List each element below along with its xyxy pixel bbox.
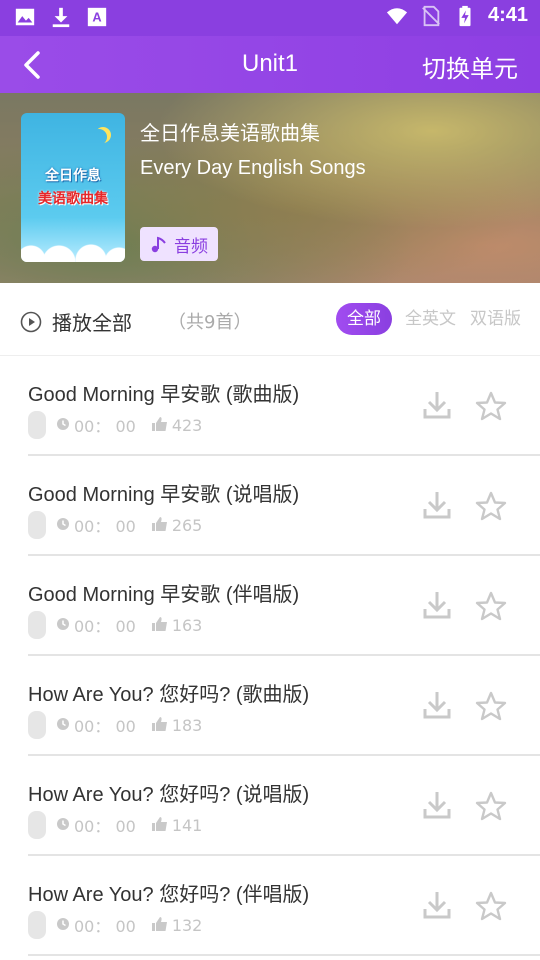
album-title-en: Every Day English Songs — [140, 157, 366, 179]
playing-indicator — [28, 611, 46, 639]
clock-icon — [56, 916, 70, 935]
song-row[interactable]: Good Morning 早安歌 (说唱版) 00： 00 265 — [0, 456, 540, 556]
favorite-star-icon[interactable] — [475, 690, 507, 722]
thumbs-up-icon — [151, 916, 168, 935]
filter-all[interactable]: 全部 — [336, 303, 392, 335]
song-row[interactable]: Good Morning 早安歌 (伴唱版) 00： 00 163 — [0, 556, 540, 656]
clock-icon — [56, 816, 70, 835]
audio-tag: 音频 — [140, 227, 218, 261]
song-list: Good Morning 早安歌 (歌曲版) 00： 00 423 Good Morn… — [0, 356, 540, 956]
no-sim-icon — [422, 5, 440, 26]
song-duration: 00： 00 — [74, 717, 136, 736]
playlist-toolbar: 播放全部 （共9首） 全部 全英文 双语版 — [0, 283, 540, 356]
song-title[interactable]: Good Morning 早安歌 (说唱版) — [28, 478, 299, 507]
svg-text:A: A — [92, 10, 101, 25]
song-title[interactable]: How Are You? 您好吗? (说唱版) — [28, 778, 309, 807]
album-cover: 全日作息 美语歌曲集 — [21, 113, 125, 262]
song-duration: 00： 00 — [74, 417, 136, 436]
favorite-star-icon[interactable] — [475, 890, 507, 922]
favorite-star-icon[interactable] — [475, 790, 507, 822]
play-all-button[interactable]: 播放全部 — [20, 307, 132, 336]
song-likes: 183 — [171, 715, 203, 735]
song-count: （共9首） — [168, 312, 252, 333]
battery-charging-icon — [459, 5, 471, 26]
song-likes: 265 — [171, 515, 203, 535]
song-duration: 00： 00 — [74, 817, 136, 836]
cover-title-line2: 美语歌曲集 — [38, 191, 108, 207]
song-meta: 00： 00 265 — [28, 511, 202, 539]
playing-indicator — [28, 811, 46, 839]
favorite-star-icon[interactable] — [475, 390, 507, 422]
song-meta: 00： 00 141 — [28, 811, 202, 839]
song-duration: 00： 00 — [74, 517, 136, 536]
music-note-icon — [151, 236, 166, 253]
play-all-label: 播放全部 — [52, 311, 132, 335]
status-bar: A 4:41 — [0, 0, 540, 36]
song-row[interactable]: How Are You? 您好吗? (说唱版) 00： 00 141 — [0, 756, 540, 856]
song-title[interactable]: How Are You? 您好吗? (歌曲版) — [28, 678, 309, 707]
song-duration: 00： 00 — [74, 617, 136, 636]
app-bar: Unit1 切换单元 — [0, 36, 540, 93]
download-icon[interactable] — [422, 490, 452, 520]
download-icon — [52, 7, 70, 28]
song-row[interactable]: How Are You? 您好吗? (伴唱版) 00： 00 132 — [0, 856, 540, 956]
song-row[interactable]: How Are You? 您好吗? (歌曲版) 00： 00 183 — [0, 656, 540, 756]
song-title[interactable]: Good Morning 早安歌 (歌曲版) — [28, 378, 299, 407]
playing-indicator — [28, 411, 46, 439]
playing-indicator — [28, 911, 46, 939]
thumbs-up-icon — [151, 416, 168, 435]
song-title[interactable]: Good Morning 早安歌 (伴唱版) — [28, 578, 299, 607]
download-icon[interactable] — [422, 390, 452, 420]
clock-icon — [56, 416, 70, 435]
clock-icon — [56, 716, 70, 735]
song-likes: 163 — [171, 615, 203, 635]
switch-unit-button[interactable]: 切换单元 — [422, 49, 518, 84]
audio-tag-label: 音频 — [174, 236, 208, 257]
thumbs-up-icon — [151, 716, 168, 735]
image-icon — [15, 8, 35, 26]
wifi-icon — [386, 7, 408, 24]
status-time: 4:41 — [487, 4, 528, 26]
cloud-decoration — [21, 238, 125, 262]
song-meta: 00： 00 132 — [28, 911, 202, 939]
play-circle-icon — [20, 311, 42, 332]
moon-icon — [91, 129, 107, 145]
clock-icon — [56, 516, 70, 535]
album-title-cn: 全日作息美语歌曲集 — [140, 121, 320, 145]
song-meta: 00： 00 423 — [28, 411, 202, 439]
song-meta: 00： 00 163 — [28, 611, 202, 639]
song-duration: 00： 00 — [74, 917, 136, 936]
song-title[interactable]: How Are You? 您好吗? (伴唱版) — [28, 878, 309, 907]
download-icon[interactable] — [422, 590, 452, 620]
song-likes: 423 — [171, 415, 203, 435]
download-icon[interactable] — [422, 790, 452, 820]
row-divider — [28, 954, 540, 956]
song-likes: 141 — [171, 815, 203, 835]
download-icon[interactable] — [422, 890, 452, 920]
favorite-star-icon[interactable] — [475, 590, 507, 622]
text-icon: A — [87, 7, 107, 27]
song-meta: 00： 00 183 — [28, 711, 202, 739]
song-likes: 132 — [171, 915, 203, 935]
clock-icon — [56, 616, 70, 635]
playing-indicator — [28, 511, 46, 539]
playing-indicator — [28, 711, 46, 739]
filter-tabs: 全部 全英文 双语版 — [336, 303, 522, 335]
filter-english-only[interactable]: 全英文 — [404, 303, 457, 335]
song-row[interactable]: Good Morning 早安歌 (歌曲版) 00： 00 423 — [0, 356, 540, 456]
filter-bilingual[interactable]: 双语版 — [469, 303, 522, 335]
cover-title-line1: 全日作息 — [45, 168, 101, 184]
thumbs-up-icon — [151, 516, 168, 535]
thumbs-up-icon — [151, 816, 168, 835]
download-icon[interactable] — [422, 690, 452, 720]
favorite-star-icon[interactable] — [475, 490, 507, 522]
album-header: 全日作息 美语歌曲集 全日作息美语歌曲集 Every Day English S… — [0, 93, 540, 283]
thumbs-up-icon — [151, 616, 168, 635]
